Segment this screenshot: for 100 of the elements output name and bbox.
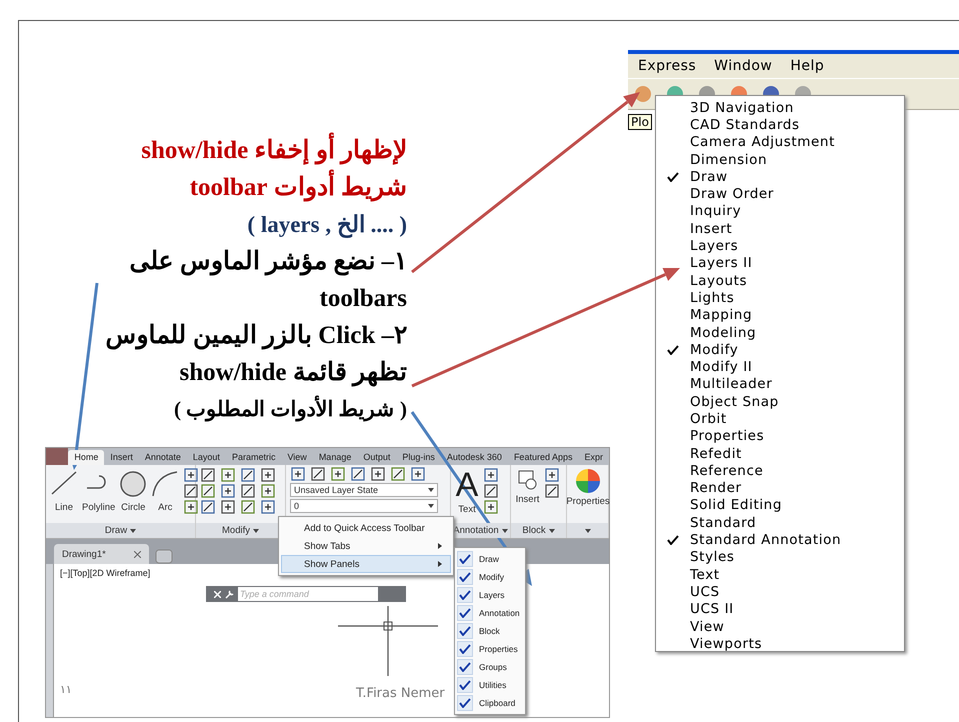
caret-icon (428, 488, 434, 492)
properties-tool-button[interactable]: Properties (567, 468, 609, 507)
toolbar-menu-item[interactable]: Refedit (656, 444, 904, 462)
layer-dropdown[interactable]: 0 (290, 499, 438, 513)
ribbon-tab[interactable]: Plug-ins (396, 450, 441, 465)
insert-tool-button[interactable]: Insert (515, 468, 540, 505)
toolbar-menu-item[interactable]: Dimension (656, 150, 904, 168)
toolbar-menu-item[interactable]: Modeling (656, 324, 904, 342)
toolbar-menu-item[interactable]: UCS (656, 583, 904, 601)
submenu-item[interactable]: Groups (455, 658, 525, 676)
document-tab[interactable]: Drawing1* (54, 544, 149, 564)
toolbar-menu-item[interactable]: Draw (656, 168, 904, 186)
menu-bar-item[interactable]: Window (706, 58, 780, 74)
check-icon (459, 554, 471, 564)
slide-footer: T.Firas Nemer (356, 686, 445, 701)
toolbar-menu-item[interactable]: CAD Standards (656, 116, 904, 134)
caret-icon (130, 528, 136, 532)
toolbar-menu-item[interactable]: View (656, 618, 904, 636)
check-icon (459, 608, 471, 618)
toolbar-menu-item[interactable]: Draw Order (656, 185, 904, 203)
check-icon (667, 172, 679, 182)
toolbar-menu-item[interactable]: Properties (656, 428, 904, 445)
draw-tool-button[interactable]: Arc (151, 468, 180, 513)
color-wheel-icon (575, 468, 601, 494)
toolbar-menu-item[interactable]: Modify II (656, 358, 904, 376)
ribbon-tab[interactable]: Featured Apps (508, 450, 578, 465)
menu-bar-item[interactable]: Express (630, 58, 704, 74)
layer-state-dropdown[interactable]: Unsaved Layer State (290, 483, 438, 497)
toolbar-menu-item[interactable]: Reference (656, 462, 904, 480)
submenu-item[interactable]: Block (455, 622, 525, 640)
toolbar-menu-item[interactable]: Layers II (656, 254, 904, 272)
toolbar-menu-item[interactable]: Orbit (656, 410, 904, 428)
application-button[interactable] (46, 448, 68, 465)
toolbar-menu-item[interactable]: Modify (656, 341, 904, 358)
ribbon-tab[interactable]: Output (357, 450, 396, 465)
check-icon (459, 662, 471, 672)
instruction-text: ٢– Click بالزر اليمين للماوس تظهر قائمة show/hide (104, 321, 407, 388)
submenu-item[interactable]: Utilities (455, 676, 525, 694)
caret-icon (428, 504, 434, 508)
ribbon-tab[interactable]: Insert (104, 450, 139, 465)
menu-bar-item[interactable]: Help (782, 58, 832, 74)
ribbon-tab[interactable]: Home (68, 450, 104, 465)
ribbon-tab[interactable]: Autodesk 360 (440, 450, 508, 465)
draw-tool-button[interactable]: Circle (119, 468, 148, 513)
slide-number: ١١ (60, 683, 72, 696)
toolbar-menu-item[interactable]: Layouts (656, 272, 904, 290)
check-icon (459, 626, 471, 636)
command-input[interactable]: Type a command (238, 587, 378, 601)
submenu-item[interactable]: Properties (455, 640, 525, 658)
slide-heading: لإظهار أو إخفاء show/hide شريط أدوات toolbar (85, 132, 407, 206)
submenu-arrow-icon (438, 543, 442, 549)
viewport-label[interactable]: [−][Top][2D Wireframe] (60, 568, 150, 578)
ribbon-tab[interactable]: Expr (578, 450, 609, 465)
close-icon[interactable] (134, 550, 141, 558)
toolbar-menu-item[interactable]: Styles (656, 548, 904, 566)
submenu-item[interactable]: Draw (455, 550, 525, 568)
tooltip: Plo (628, 114, 652, 130)
draw-tool-button[interactable]: Polyline (82, 468, 116, 513)
toolbar-menu-item[interactable]: Standard (656, 514, 904, 532)
ribbon-tab[interactable]: Manage (312, 450, 358, 465)
ribbon-tab[interactable]: Layout (186, 450, 226, 465)
toolbar-menu-item[interactable]: Solid Editing (656, 496, 904, 514)
instruction-text: ( شريط الأدوات المطلوب ) (173, 394, 407, 424)
ribbon-tab[interactable]: Parametric (226, 450, 282, 465)
check-icon (459, 680, 471, 690)
caret-icon (502, 528, 508, 532)
toolbar-menu-item[interactable]: Layers (656, 237, 904, 255)
check-icon (459, 590, 471, 600)
toolbar-menu-item[interactable]: Text (656, 566, 904, 584)
toolbar-menu-item[interactable]: UCS II (656, 600, 904, 618)
context-menu-item[interactable]: Show Tabs (281, 537, 451, 555)
wrench-icon[interactable] (225, 590, 234, 598)
submenu-item[interactable]: Annotation (455, 604, 525, 622)
ribbon-tab[interactable]: Annotate (138, 450, 187, 465)
toolbar-menu-item[interactable]: Viewports (656, 635, 904, 652)
toolbar-menu-item[interactable]: Camera Adjustment (656, 134, 904, 151)
ribbon-tab[interactable]: View (281, 450, 313, 465)
toolbar-menu-item[interactable]: Multileader (656, 376, 904, 394)
toolbar-menu-item[interactable]: 3D Navigation (656, 99, 904, 116)
toolbar-menu-item[interactable]: Mapping (656, 306, 904, 324)
check-icon (667, 535, 679, 546)
panel-title[interactable]: Annotation (451, 523, 510, 538)
check-icon (667, 344, 679, 355)
toolbar-menu-item[interactable]: Inquiry (656, 202, 904, 220)
draw-tool-button[interactable]: Line (50, 468, 78, 513)
submenu-item[interactable]: Clipboard (455, 694, 525, 712)
insert-block-icon (516, 468, 540, 492)
toolbar-menu-item[interactable]: Render (656, 480, 904, 497)
panel-title[interactable]: Block (511, 523, 566, 538)
context-menu-item[interactable]: Show Panels (281, 555, 451, 573)
toolbar-menu-item[interactable]: Standard Annotation (656, 531, 904, 549)
toolbar-menu-item[interactable]: Insert (656, 220, 904, 238)
caret-icon (252, 528, 259, 532)
toolbar-menu-item[interactable]: Lights (656, 289, 904, 307)
caret-icon (584, 528, 590, 532)
caret-icon (548, 528, 555, 532)
panel-title[interactable]: Draw (46, 523, 195, 538)
toolbar-menu-item[interactable]: Object Snap (656, 393, 904, 410)
submenu-item[interactable]: Modify (455, 568, 525, 586)
submenu-item[interactable]: Layers (455, 586, 525, 604)
